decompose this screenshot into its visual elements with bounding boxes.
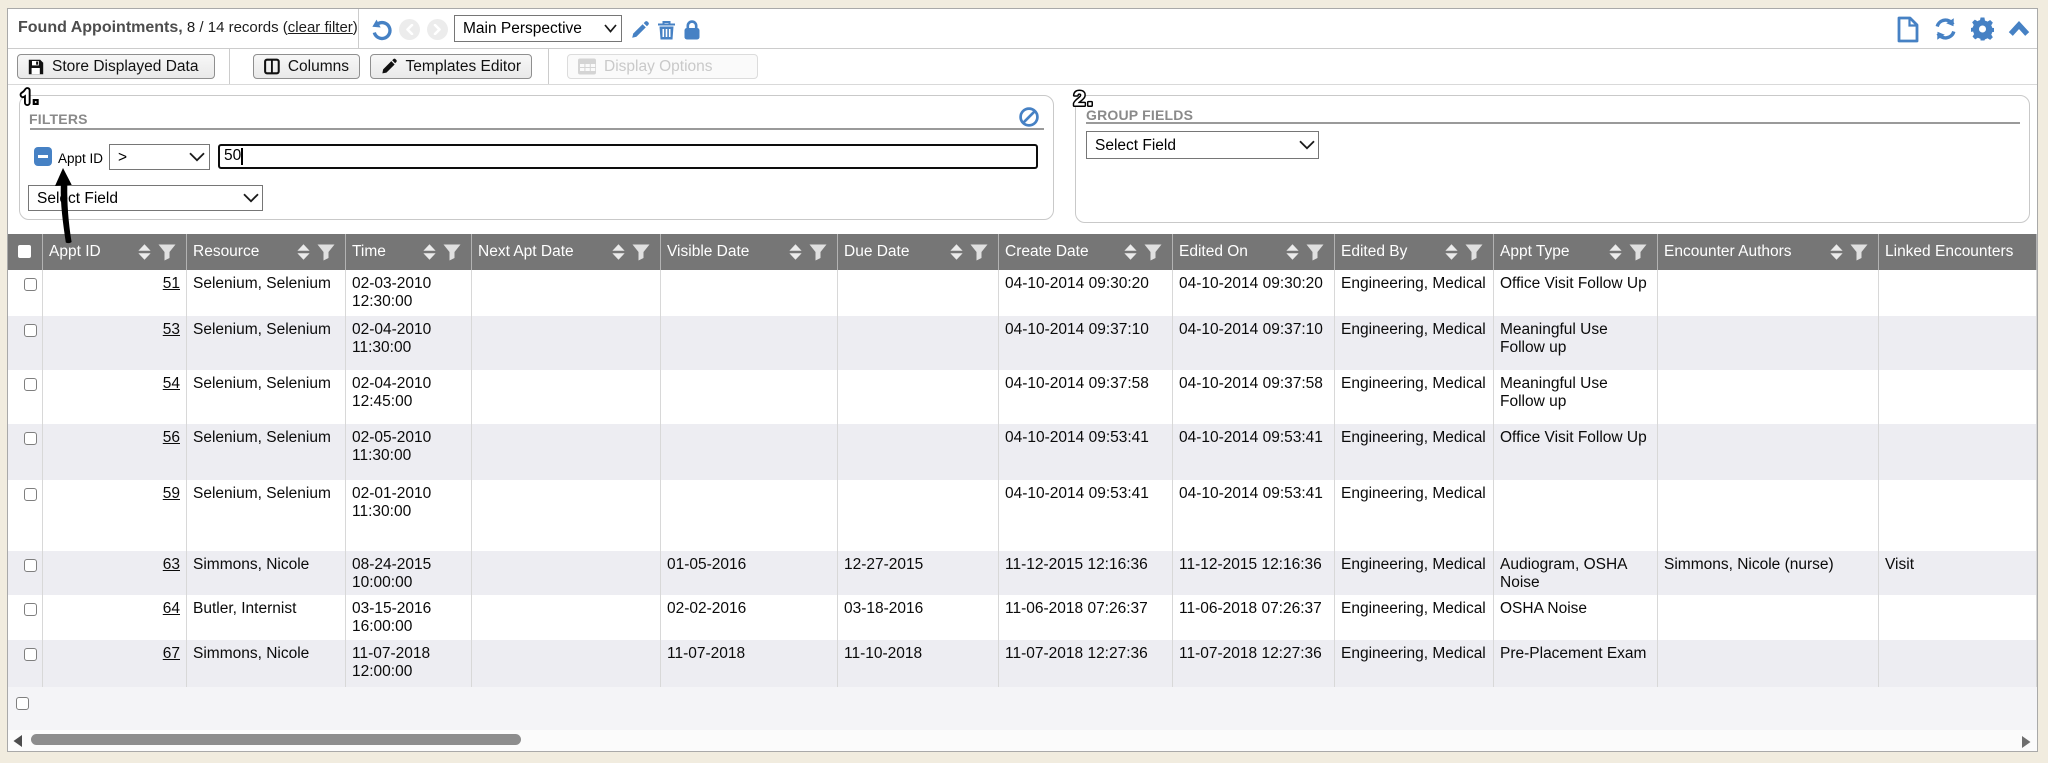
svg-text:2.: 2. xyxy=(1074,87,1093,111)
